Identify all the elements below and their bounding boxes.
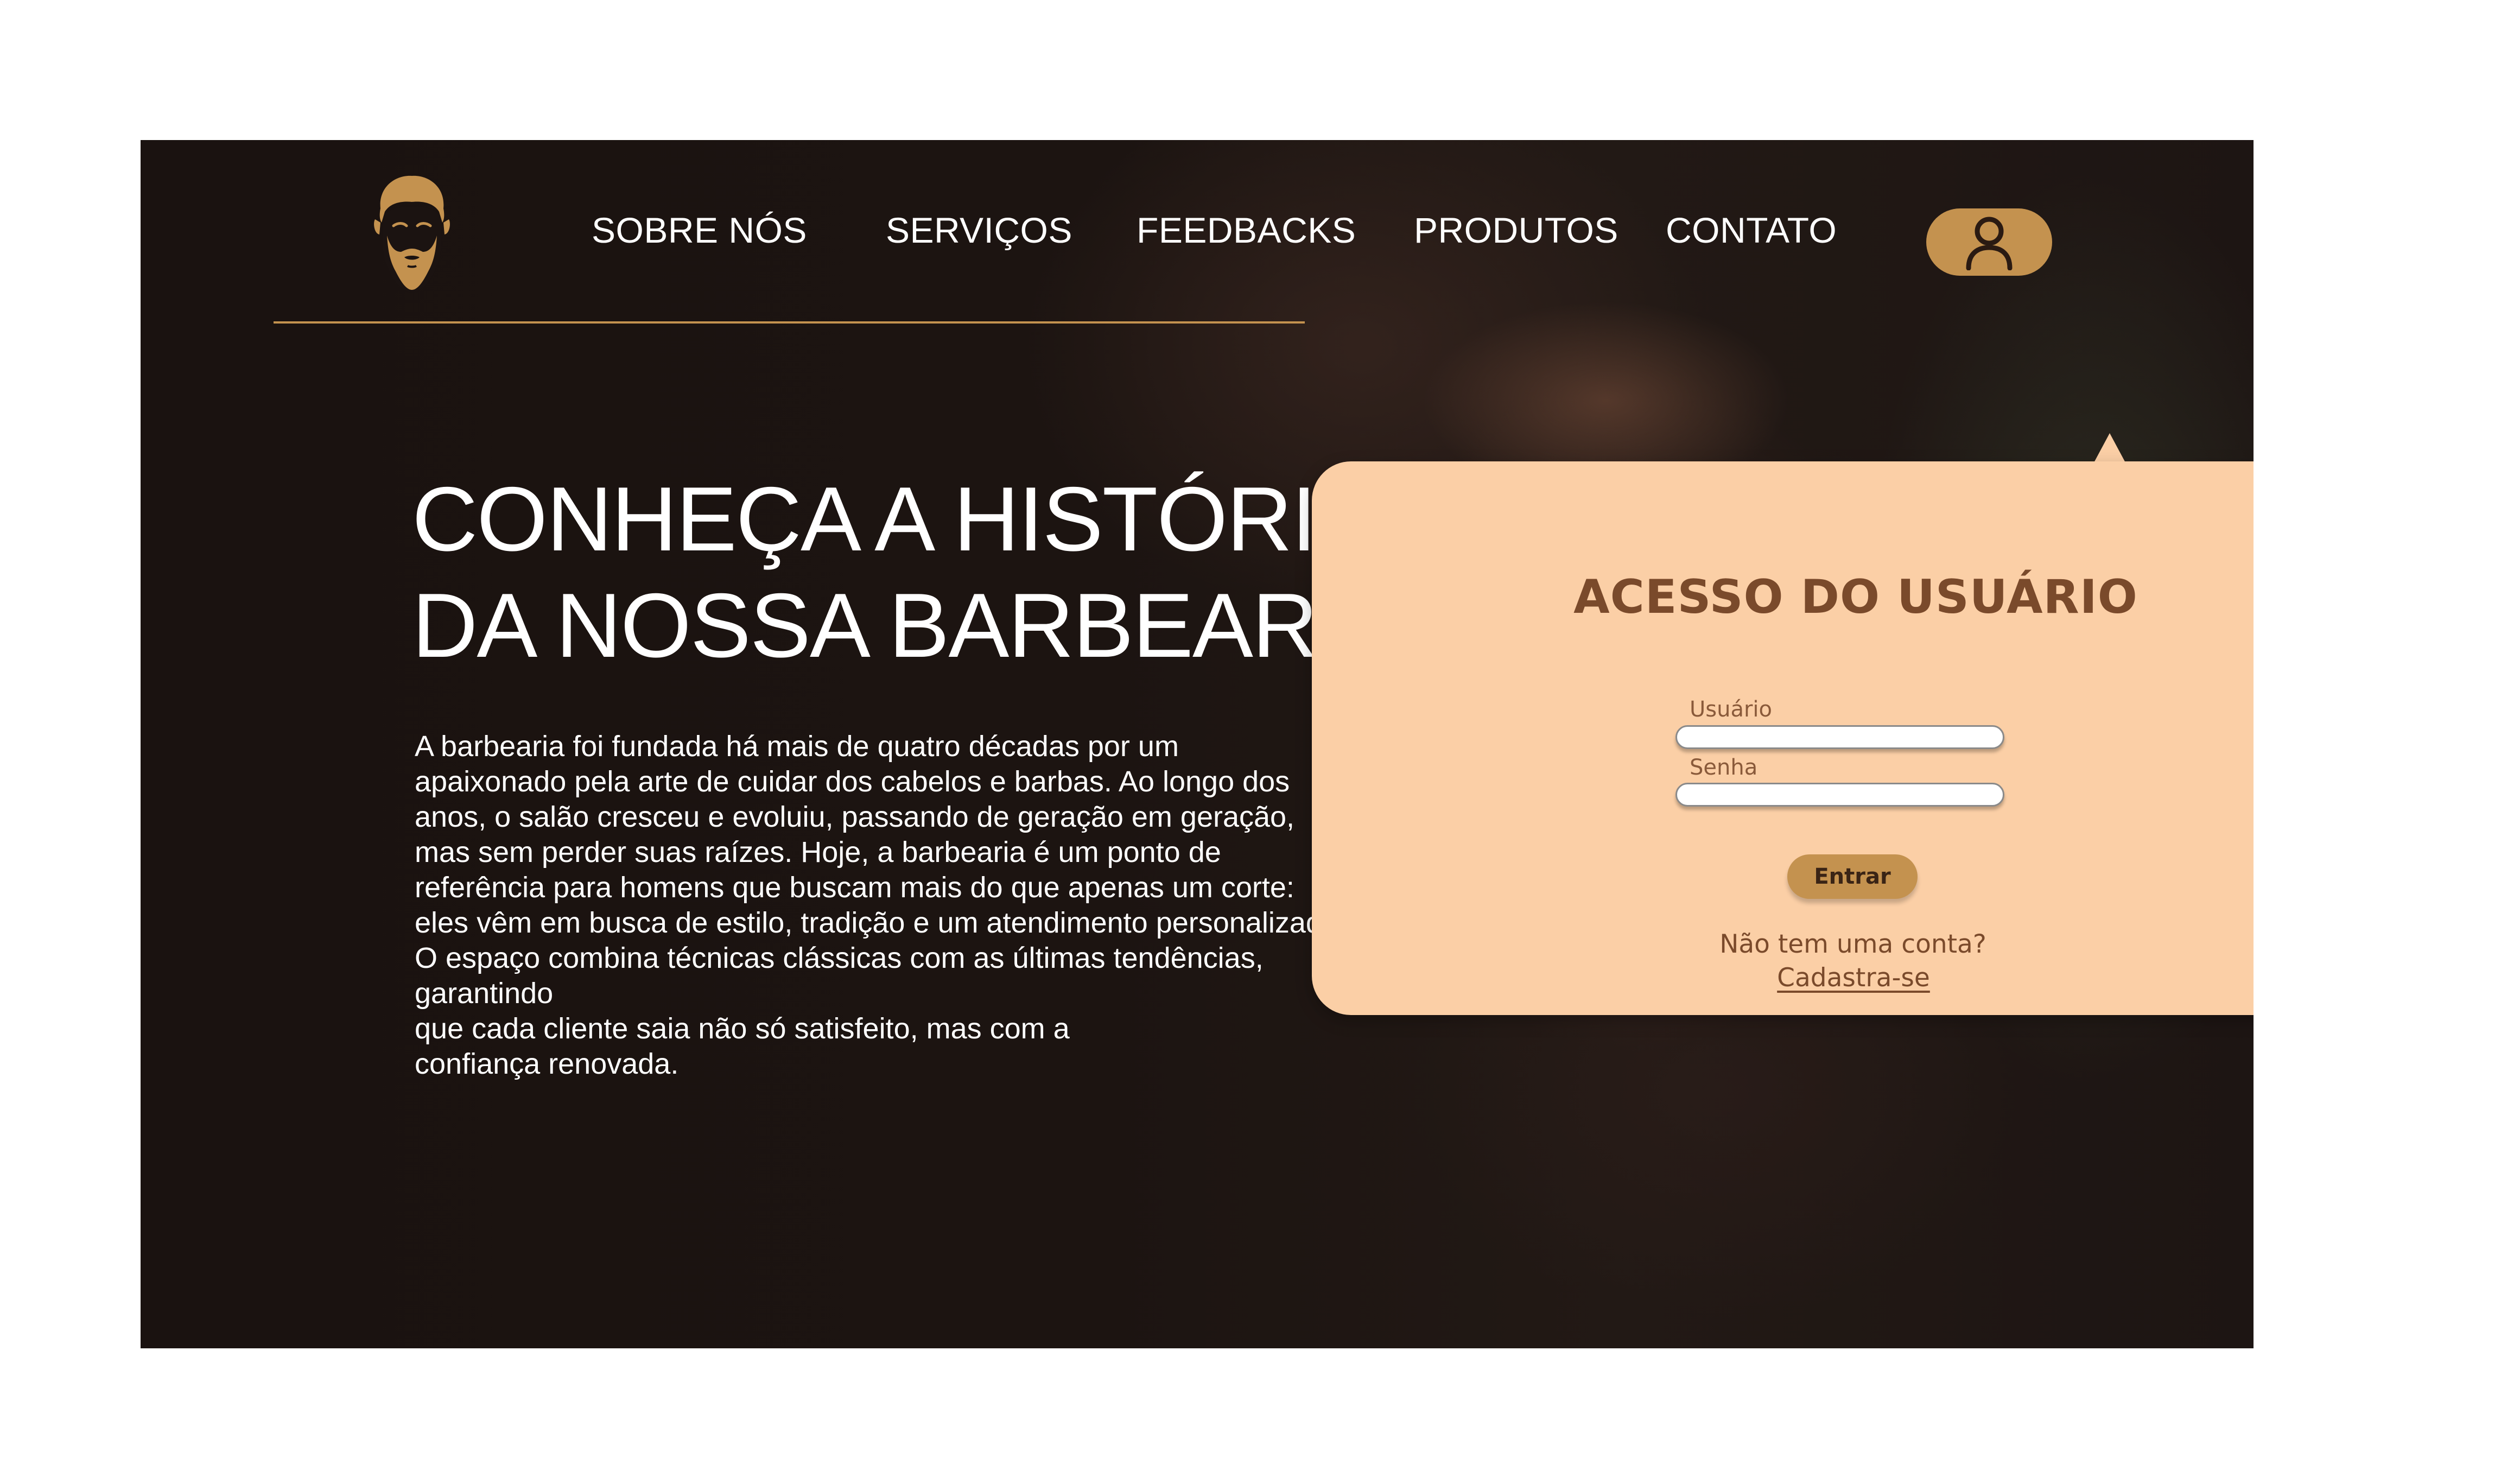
- nav-feedbacks[interactable]: FEEDBACKS: [1137, 210, 1356, 251]
- hero-paragraph-line: O espaço combina técnicas clássicas com …: [415, 942, 1264, 974]
- user-account-button[interactable]: [1926, 208, 2052, 276]
- hero-paragraph-line: referência para homens que buscam mais d…: [415, 871, 1294, 904]
- signup-link[interactable]: Cadastra-se: [1312, 963, 2254, 993]
- hero-paragraph-line: eles vêm em busca de estilo, tradição e …: [415, 906, 1347, 939]
- bearded-man-logo-icon[interactable]: [369, 170, 455, 294]
- nav-divider: [274, 321, 1305, 324]
- hero-paragraph: A barbearia foi fundada há mais de quatr…: [415, 729, 1446, 1082]
- hero-paragraph-line: garantindo: [415, 977, 554, 1010]
- hero-paragraph-line: apaixonado pela arte de cuidar dos cabel…: [415, 765, 1290, 798]
- page-frame: SOBRE NÓS SERVIÇOS FEEDBACKS PRODUTOS CO…: [141, 140, 2254, 1348]
- username-input[interactable]: [1675, 725, 2004, 749]
- hero-paragraph-line: anos, o salão cresceu e evoluiu, passand…: [415, 801, 1295, 833]
- nav-produtos[interactable]: PRODUTOS: [1414, 210, 1618, 251]
- hero-title-line: CONHEÇA A HISTÓRIA: [412, 468, 1376, 570]
- username-label: Usuário: [1690, 697, 1773, 722]
- hero-paragraph-line: A barbearia foi fundada há mais de quatr…: [415, 730, 1179, 763]
- user-icon: [1966, 217, 2013, 270]
- nav-contato[interactable]: CONTATO: [1666, 210, 1837, 251]
- hero-title: CONHEÇA A HISTÓRIA DA NOSSA BARBEARIA: [412, 466, 1402, 679]
- password-label: Senha: [1690, 755, 1758, 780]
- hero-paragraph-line: mas sem perder suas raízes. Hoje, a barb…: [415, 836, 1221, 868]
- login-popup-arrow: [2093, 433, 2126, 464]
- no-account-text: Não tem uma conta?: [1719, 929, 1986, 959]
- hero-paragraph-line: confiança renovada.: [415, 1048, 679, 1080]
- login-popup: ACESSO DO USUÁRIO Usuário Senha Entrar N…: [1312, 461, 2254, 1015]
- nav-servicos[interactable]: SERVIÇOS: [886, 210, 1072, 251]
- hero-paragraph-line: que cada cliente saia não só satisfeito,…: [415, 1012, 1070, 1045]
- password-input[interactable]: [1675, 783, 2004, 807]
- login-title: ACESSO DO USUÁRIO: [1573, 570, 2138, 624]
- hero-title-line: DA NOSSA BARBEARIA: [412, 574, 1402, 676]
- nav-sobre-nos[interactable]: SOBRE NÓS: [592, 210, 807, 251]
- enter-button[interactable]: Entrar: [1787, 854, 1918, 899]
